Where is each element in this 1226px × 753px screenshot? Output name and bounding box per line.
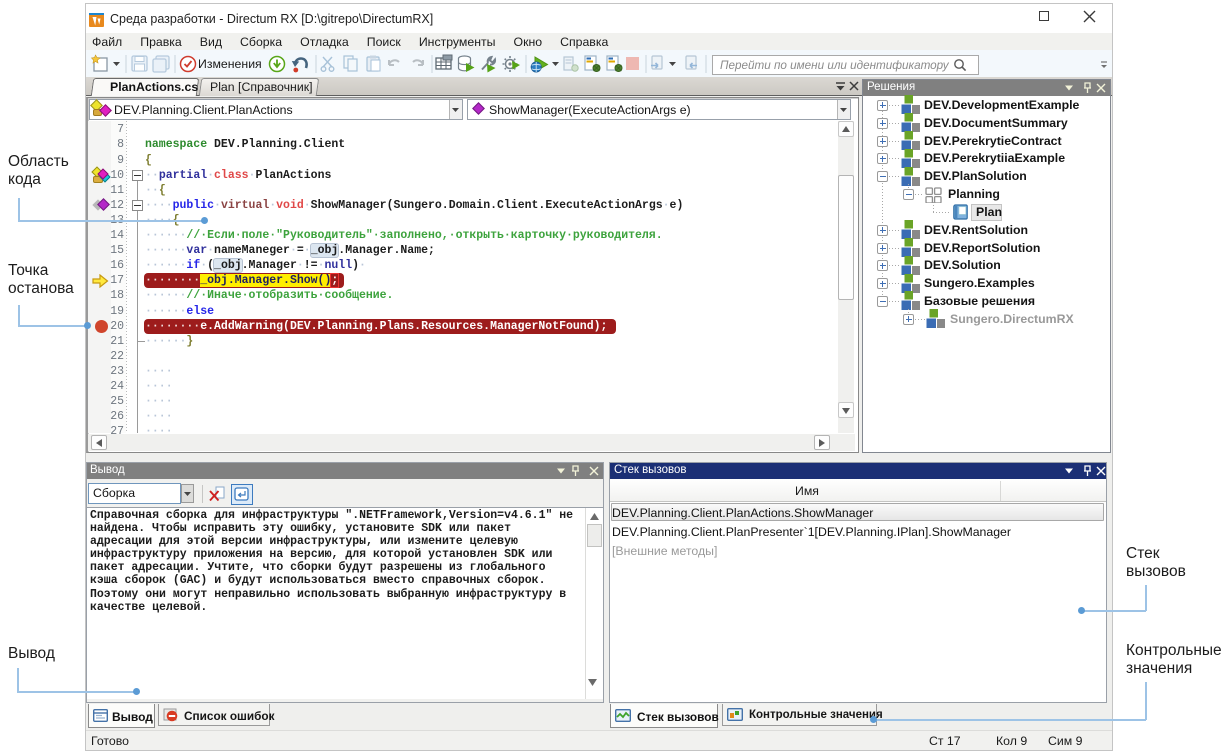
svg-text:Изменения: Изменения	[198, 57, 262, 71]
